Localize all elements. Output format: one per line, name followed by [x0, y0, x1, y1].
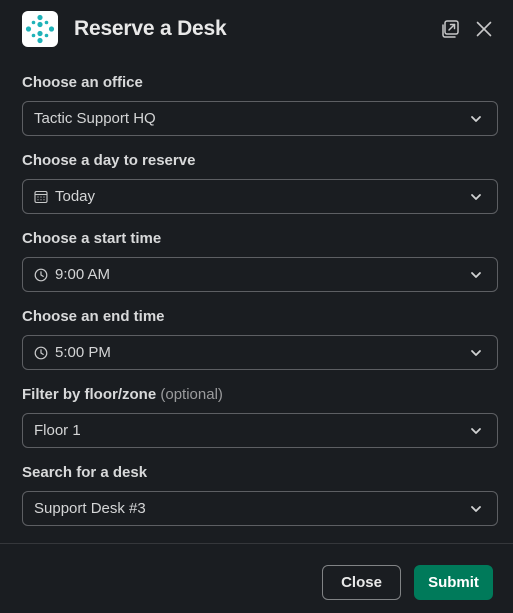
clock-icon: [34, 346, 48, 360]
start-time-label: Choose a start time: [22, 230, 161, 248]
calendar-icon: [34, 190, 48, 204]
end-time-select[interactable]: 5:00 PM: [22, 335, 498, 370]
optional-hint: (optional): [160, 386, 223, 403]
chevron-down-icon: [471, 194, 481, 200]
floor-zone-label-text: Filter by floor/zone: [22, 386, 157, 403]
day-label-text: Choose a day to reserve: [22, 152, 196, 169]
desk-search-label: Search for a desk: [22, 464, 147, 482]
end-time-value: 5:00 PM: [55, 344, 111, 361]
end-time-label-text: Choose an end time: [22, 308, 165, 325]
start-time-value: 9:00 AM: [55, 266, 111, 283]
clock-icon: [34, 268, 48, 282]
reserve-desk-modal: Reserve a Desk Choose an office Tactic S…: [0, 0, 513, 613]
footer-divider: [0, 543, 513, 544]
floor-zone-label: Filter by floor/zone (optional): [22, 386, 223, 404]
desk-search-value: Support Desk #3: [34, 500, 146, 517]
floor-zone-value: Floor 1: [34, 422, 81, 439]
start-time-label-text: Choose a start time: [22, 230, 162, 247]
popout-icon[interactable]: [439, 18, 461, 40]
desk-search-label-text: Search for a desk: [22, 464, 148, 481]
modal-title: Reserve a Desk: [74, 17, 227, 40]
chevron-down-icon: [471, 350, 481, 356]
chevron-down-icon: [471, 272, 481, 278]
modal-header: Reserve a Desk: [0, 0, 513, 60]
close-button[interactable]: Close: [322, 565, 401, 600]
day-label: Choose a day to reserve: [22, 152, 195, 170]
tactic-logo-icon: [22, 11, 58, 47]
day-value: Today: [55, 188, 96, 205]
office-select[interactable]: Tactic Support HQ: [22, 101, 498, 136]
end-time-label: Choose an end time: [22, 308, 165, 326]
chevron-down-icon: [471, 506, 481, 512]
day-select[interactable]: Today: [22, 179, 498, 214]
submit-button[interactable]: Submit: [414, 565, 493, 600]
close-icon[interactable]: [473, 18, 495, 40]
office-label-text: Choose an office: [22, 74, 143, 91]
office-value: Tactic Support HQ: [34, 110, 156, 127]
desk-search-select[interactable]: Support Desk #3: [22, 491, 498, 526]
chevron-down-icon: [471, 116, 481, 122]
start-time-select[interactable]: 9:00 AM: [22, 257, 498, 292]
floor-zone-select[interactable]: Floor 1: [22, 413, 498, 448]
chevron-down-icon: [471, 428, 481, 434]
office-label: Choose an office: [22, 74, 143, 92]
